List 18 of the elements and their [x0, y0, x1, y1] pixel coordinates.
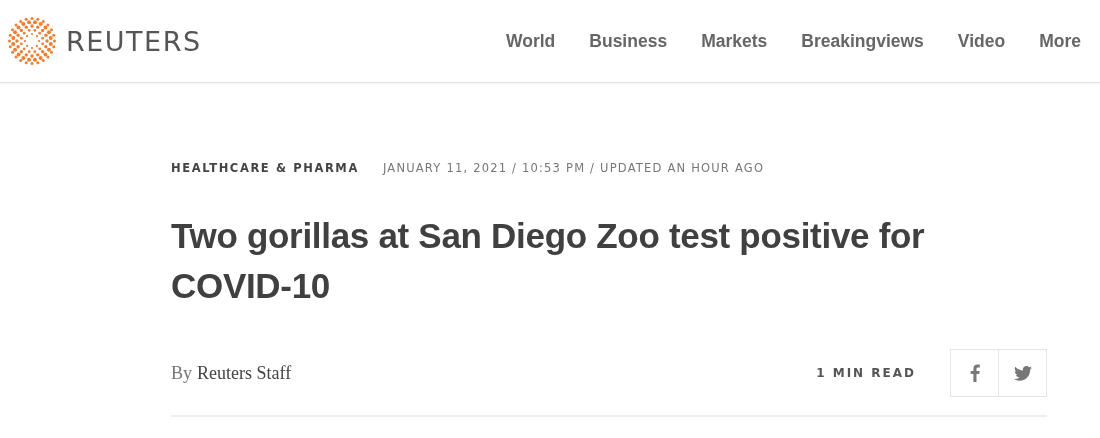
nav-link[interactable]: Breakingviews — [801, 30, 924, 52]
bird-icon — [1013, 365, 1032, 381]
facebook-share-button[interactable] — [950, 349, 999, 397]
nav-link[interactable]: World — [506, 30, 556, 52]
headline: Two gorillas at San Diego Zoo test positive for COVID-10 — [171, 215, 926, 307]
read-time: 1 MIN READ — [816, 366, 916, 380]
twitter-share-button[interactable] — [998, 349, 1047, 397]
nav-link[interactable]: Markets — [701, 30, 768, 52]
nav-link[interactable]: More — [1039, 30, 1081, 52]
dateline: JANUARY 11, 2021 / 10:53 PM / UPDATED AN HOUR AGO — [382, 161, 765, 175]
section-label[interactable]: HEALTHCARE & PHARMA — [171, 161, 359, 175]
nav-link[interactable]: Video — [957, 30, 1006, 52]
nav-link[interactable]: Business — [589, 30, 668, 52]
author-name: Reuters Staff — [197, 362, 292, 384]
logo-wordmark[interactable]: REUTERS — [66, 25, 202, 57]
logo-icon — [8, 17, 56, 65]
facebook-icon — [969, 364, 980, 382]
byline-prefix: By — [171, 362, 192, 384]
